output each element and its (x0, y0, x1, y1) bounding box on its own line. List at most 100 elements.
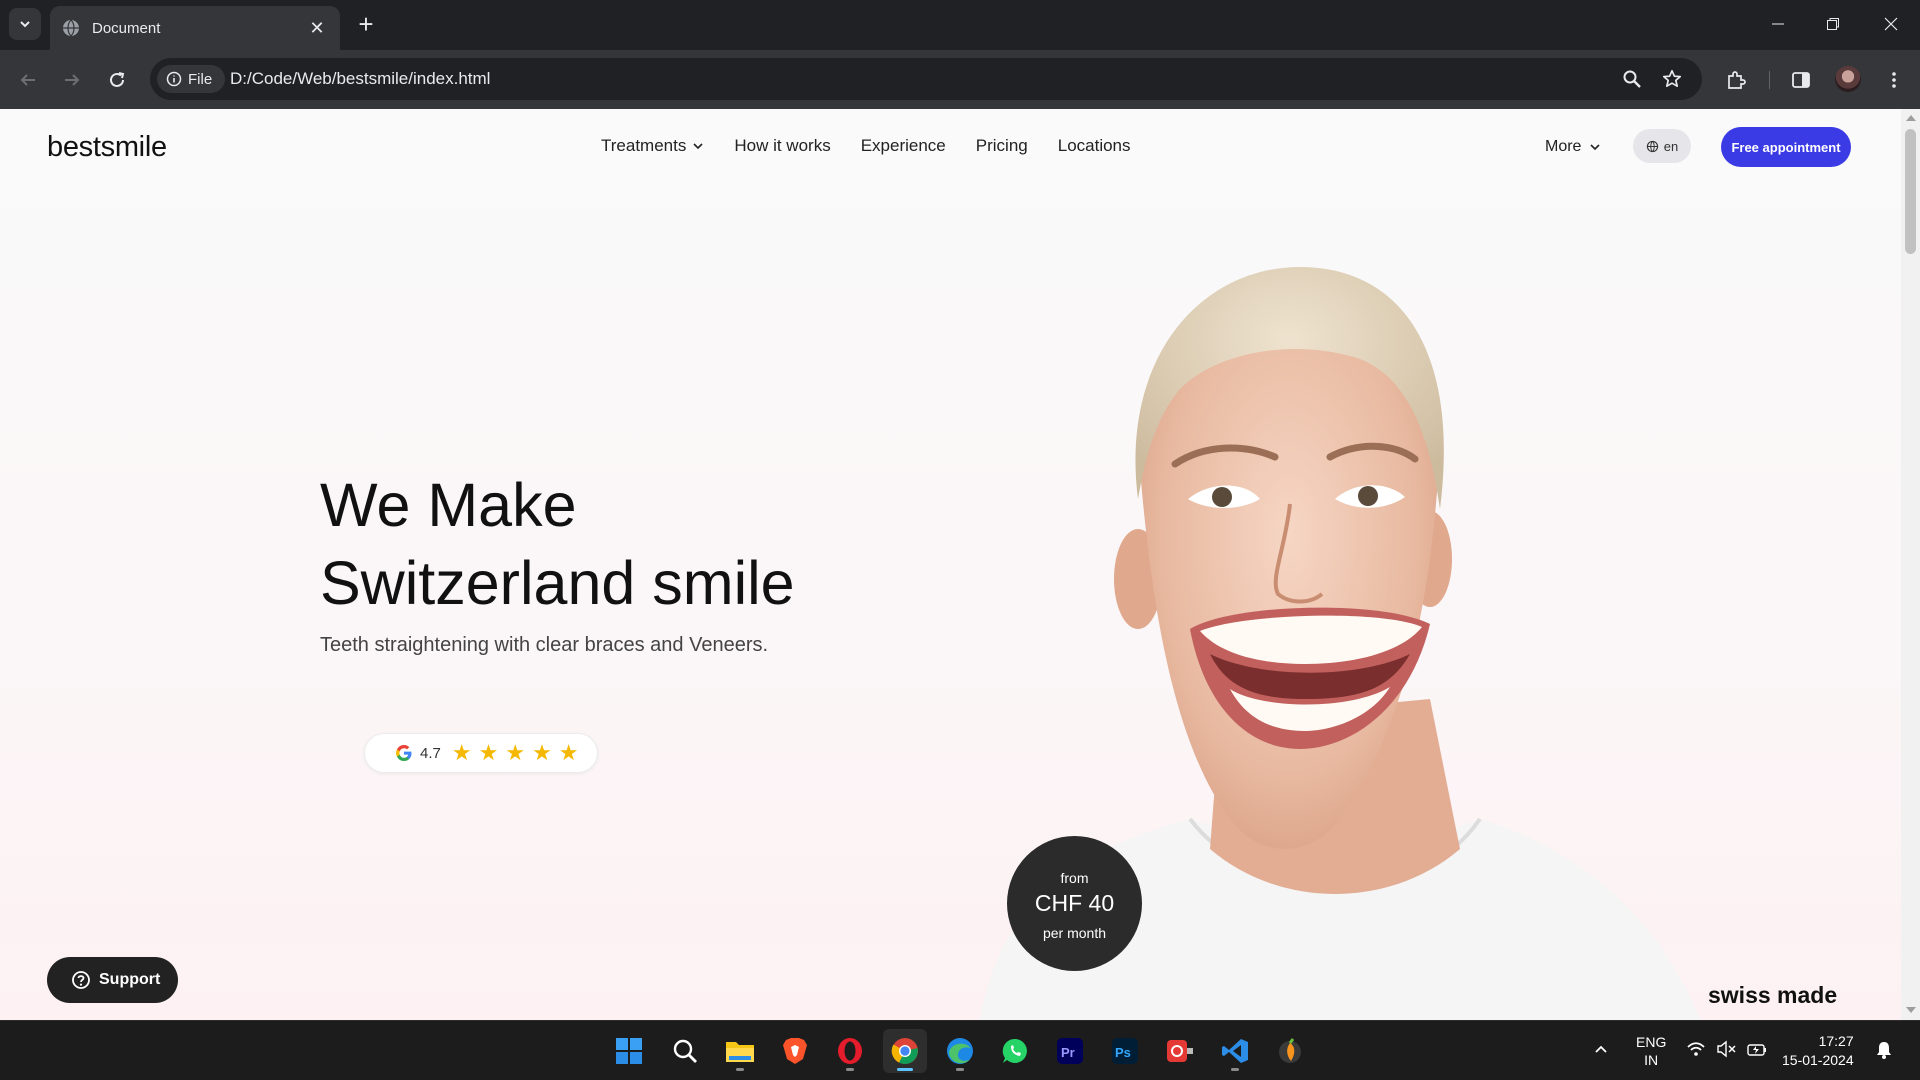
nav-item-how-it-works[interactable]: How it works (734, 136, 830, 156)
main-nav: Treatments How it works Experience Prici… (601, 136, 1131, 156)
whatsapp-icon (1002, 1038, 1027, 1063)
star-icon: ★ (451, 740, 472, 765)
clock[interactable]: 17:27 15-01-2024 (1782, 1032, 1854, 1070)
taskbar-file-explorer[interactable] (718, 1029, 762, 1073)
new-tab-button[interactable]: + (352, 11, 380, 39)
close-tab-icon[interactable]: ✕ (306, 18, 328, 39)
support-button[interactable]: Support (47, 957, 178, 1003)
more-menu[interactable]: More (1545, 138, 1601, 156)
network-status[interactable] (1686, 1040, 1706, 1061)
extensions-button[interactable] (1720, 64, 1752, 96)
back-button[interactable] (12, 64, 44, 96)
region-code: IN (1644, 1052, 1659, 1068)
screen-recorder-icon (1167, 1040, 1193, 1062)
svg-text:Ps: Ps (1115, 1045, 1131, 1060)
nav-item-locations[interactable]: Locations (1058, 136, 1131, 156)
globe-icon (1646, 140, 1658, 152)
profile-avatar[interactable] (1835, 66, 1861, 92)
tab-title: Document (92, 19, 161, 37)
nav-item-treatments[interactable]: Treatments (601, 136, 704, 156)
star-icon: ★ (478, 740, 499, 765)
taskbar-opera[interactable] (828, 1029, 872, 1073)
scroll-down-arrow[interactable] (1906, 1007, 1916, 1013)
windows-taskbar: Pr Ps ENG IN 17:27 15-01-2024 (0, 1020, 1920, 1080)
scroll-up-arrow[interactable] (1906, 115, 1916, 121)
free-appointment-button[interactable]: Free appointment (1721, 127, 1851, 167)
taskbar-search-button[interactable] (663, 1029, 707, 1073)
forward-button[interactable] (56, 64, 88, 96)
running-indicator (1231, 1068, 1239, 1071)
price-badge: from CHF 40 per month (1007, 836, 1142, 971)
puzzle-icon (1728, 71, 1746, 89)
input-language[interactable]: ENG IN (1636, 1033, 1666, 1069)
site-info-chip[interactable]: File (157, 65, 225, 93)
help-icon (72, 971, 90, 989)
google-icon (396, 745, 412, 761)
site-logo[interactable]: bestsmile (47, 131, 167, 164)
nav-item-label: Treatments (601, 136, 687, 155)
brave-icon (783, 1038, 807, 1064)
date: 15-01-2024 (1782, 1052, 1854, 1068)
taskbar-brave[interactable] (773, 1029, 817, 1073)
bookmark-button[interactable] (1660, 67, 1684, 91)
minimize-button[interactable] (1758, 8, 1798, 40)
nav-item-pricing[interactable]: Pricing (976, 136, 1028, 156)
wifi-icon (1687, 1042, 1705, 1056)
taskbar-fl-studio[interactable] (1268, 1029, 1312, 1073)
restore-icon (1827, 18, 1839, 30)
arrow-right-icon (65, 74, 80, 86)
star-icon: ★ (532, 740, 552, 765)
fl-studio-icon (1279, 1038, 1301, 1063)
language-label: en (1663, 138, 1679, 154)
browser-toolbar: File D:/Code/Web/bestsmile/index.html (0, 50, 1920, 109)
close-window-button[interactable] (1871, 8, 1911, 40)
tab-strip: Document ✕ + (0, 0, 1920, 50)
start-icon (616, 1038, 642, 1064)
svg-text:Pr: Pr (1061, 1045, 1075, 1060)
taskbar-recorder[interactable] (1158, 1029, 1202, 1073)
restore-button[interactable] (1813, 8, 1853, 40)
opera-icon (838, 1038, 862, 1064)
scrollbar-thumb[interactable] (1905, 129, 1916, 254)
taskbar-chrome[interactable] (883, 1029, 927, 1073)
google-rating-badge[interactable]: 4.7 ★ ★ ★ ★ ★ (364, 733, 598, 773)
edge-icon (947, 1038, 973, 1064)
taskbar-premiere[interactable]: Pr (1048, 1029, 1092, 1073)
reload-button[interactable] (101, 64, 133, 96)
start-button[interactable] (607, 1029, 651, 1073)
zoom-button[interactable] (1620, 67, 1644, 91)
page-scrollbar[interactable] (1901, 109, 1920, 1020)
browser-menu-button[interactable] (1878, 64, 1910, 96)
side-panel-button[interactable] (1785, 64, 1817, 96)
rating-value: 4.7 (420, 744, 441, 762)
volume-status[interactable] (1716, 1040, 1736, 1061)
language-selector[interactable]: en (1633, 129, 1691, 163)
info-icon (166, 71, 182, 87)
taskbar-photoshop[interactable]: Ps (1103, 1029, 1147, 1073)
hero-title-line-1: We Make (320, 471, 577, 539)
tab-search-button[interactable] (9, 8, 41, 40)
notifications-button[interactable] (1875, 1040, 1893, 1063)
hero-subtitle: Teeth straightening with clear braces an… (320, 634, 769, 656)
nav-item-experience[interactable]: Experience (861, 136, 946, 156)
site-info-label: File (188, 70, 213, 88)
star-icon: ★ (558, 740, 579, 765)
taskbar-whatsapp[interactable] (993, 1029, 1037, 1073)
hero-title-line-2: Switzerland smile (320, 549, 795, 617)
star-icon: ★ (505, 740, 526, 765)
chevron-up-icon (1595, 1045, 1607, 1053)
address-bar[interactable]: File D:/Code/Web/bestsmile/index.html (150, 58, 1702, 100)
taskbar-vscode[interactable] (1213, 1029, 1257, 1073)
minimize-icon (1772, 23, 1784, 25)
running-indicator (846, 1068, 854, 1071)
taskbar-edge[interactable] (938, 1029, 982, 1073)
more-label: More (1545, 138, 1582, 155)
reload-icon (110, 72, 125, 87)
globe-icon (63, 19, 79, 37)
price-period-label: per month (1042, 925, 1107, 941)
url-text[interactable]: D:/Code/Web/bestsmile/index.html (230, 69, 490, 89)
show-hidden-icons[interactable] (1593, 1041, 1609, 1060)
volume-muted-icon (1717, 1040, 1736, 1058)
browser-tab[interactable]: Document ✕ (50, 6, 340, 50)
battery-status[interactable] (1746, 1040, 1768, 1061)
